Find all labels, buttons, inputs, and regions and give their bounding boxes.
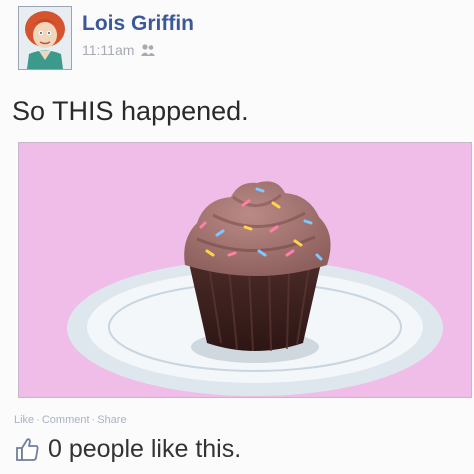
likes-count-text[interactable]: 0 people like this. xyxy=(48,434,241,464)
post-meta: Lois Griffin 11:11am xyxy=(82,12,194,58)
friends-icon[interactable] xyxy=(140,43,156,57)
lois-avatar-image xyxy=(19,7,71,69)
author-name[interactable]: Lois Griffin xyxy=(82,12,194,36)
share-link[interactable]: Share xyxy=(97,414,126,426)
cupcake-illustration xyxy=(19,143,471,397)
cupcake-wrapper xyxy=(189,263,321,351)
status-text: So THIS happened. xyxy=(12,96,249,126)
post-timestamp[interactable]: 11:11am xyxy=(82,42,134,58)
cupcake-photo[interactable] xyxy=(18,142,472,398)
action-separator: · xyxy=(91,414,96,426)
action-separator: · xyxy=(36,414,40,426)
likes-summary: 0 people like this. xyxy=(14,434,241,464)
facebook-post: Lois Griffin 11:11am So THIS happened. L… xyxy=(0,0,474,474)
post-actions: Like · Comment · Share xyxy=(14,413,127,427)
timestamp-row: 11:11am xyxy=(82,42,194,58)
thumbs-up-icon[interactable] xyxy=(14,436,40,462)
post-header: Lois Griffin 11:11am xyxy=(18,6,194,70)
avatar[interactable] xyxy=(18,6,72,70)
like-link[interactable]: Like xyxy=(14,414,34,426)
comment-link[interactable]: Comment xyxy=(42,414,90,426)
